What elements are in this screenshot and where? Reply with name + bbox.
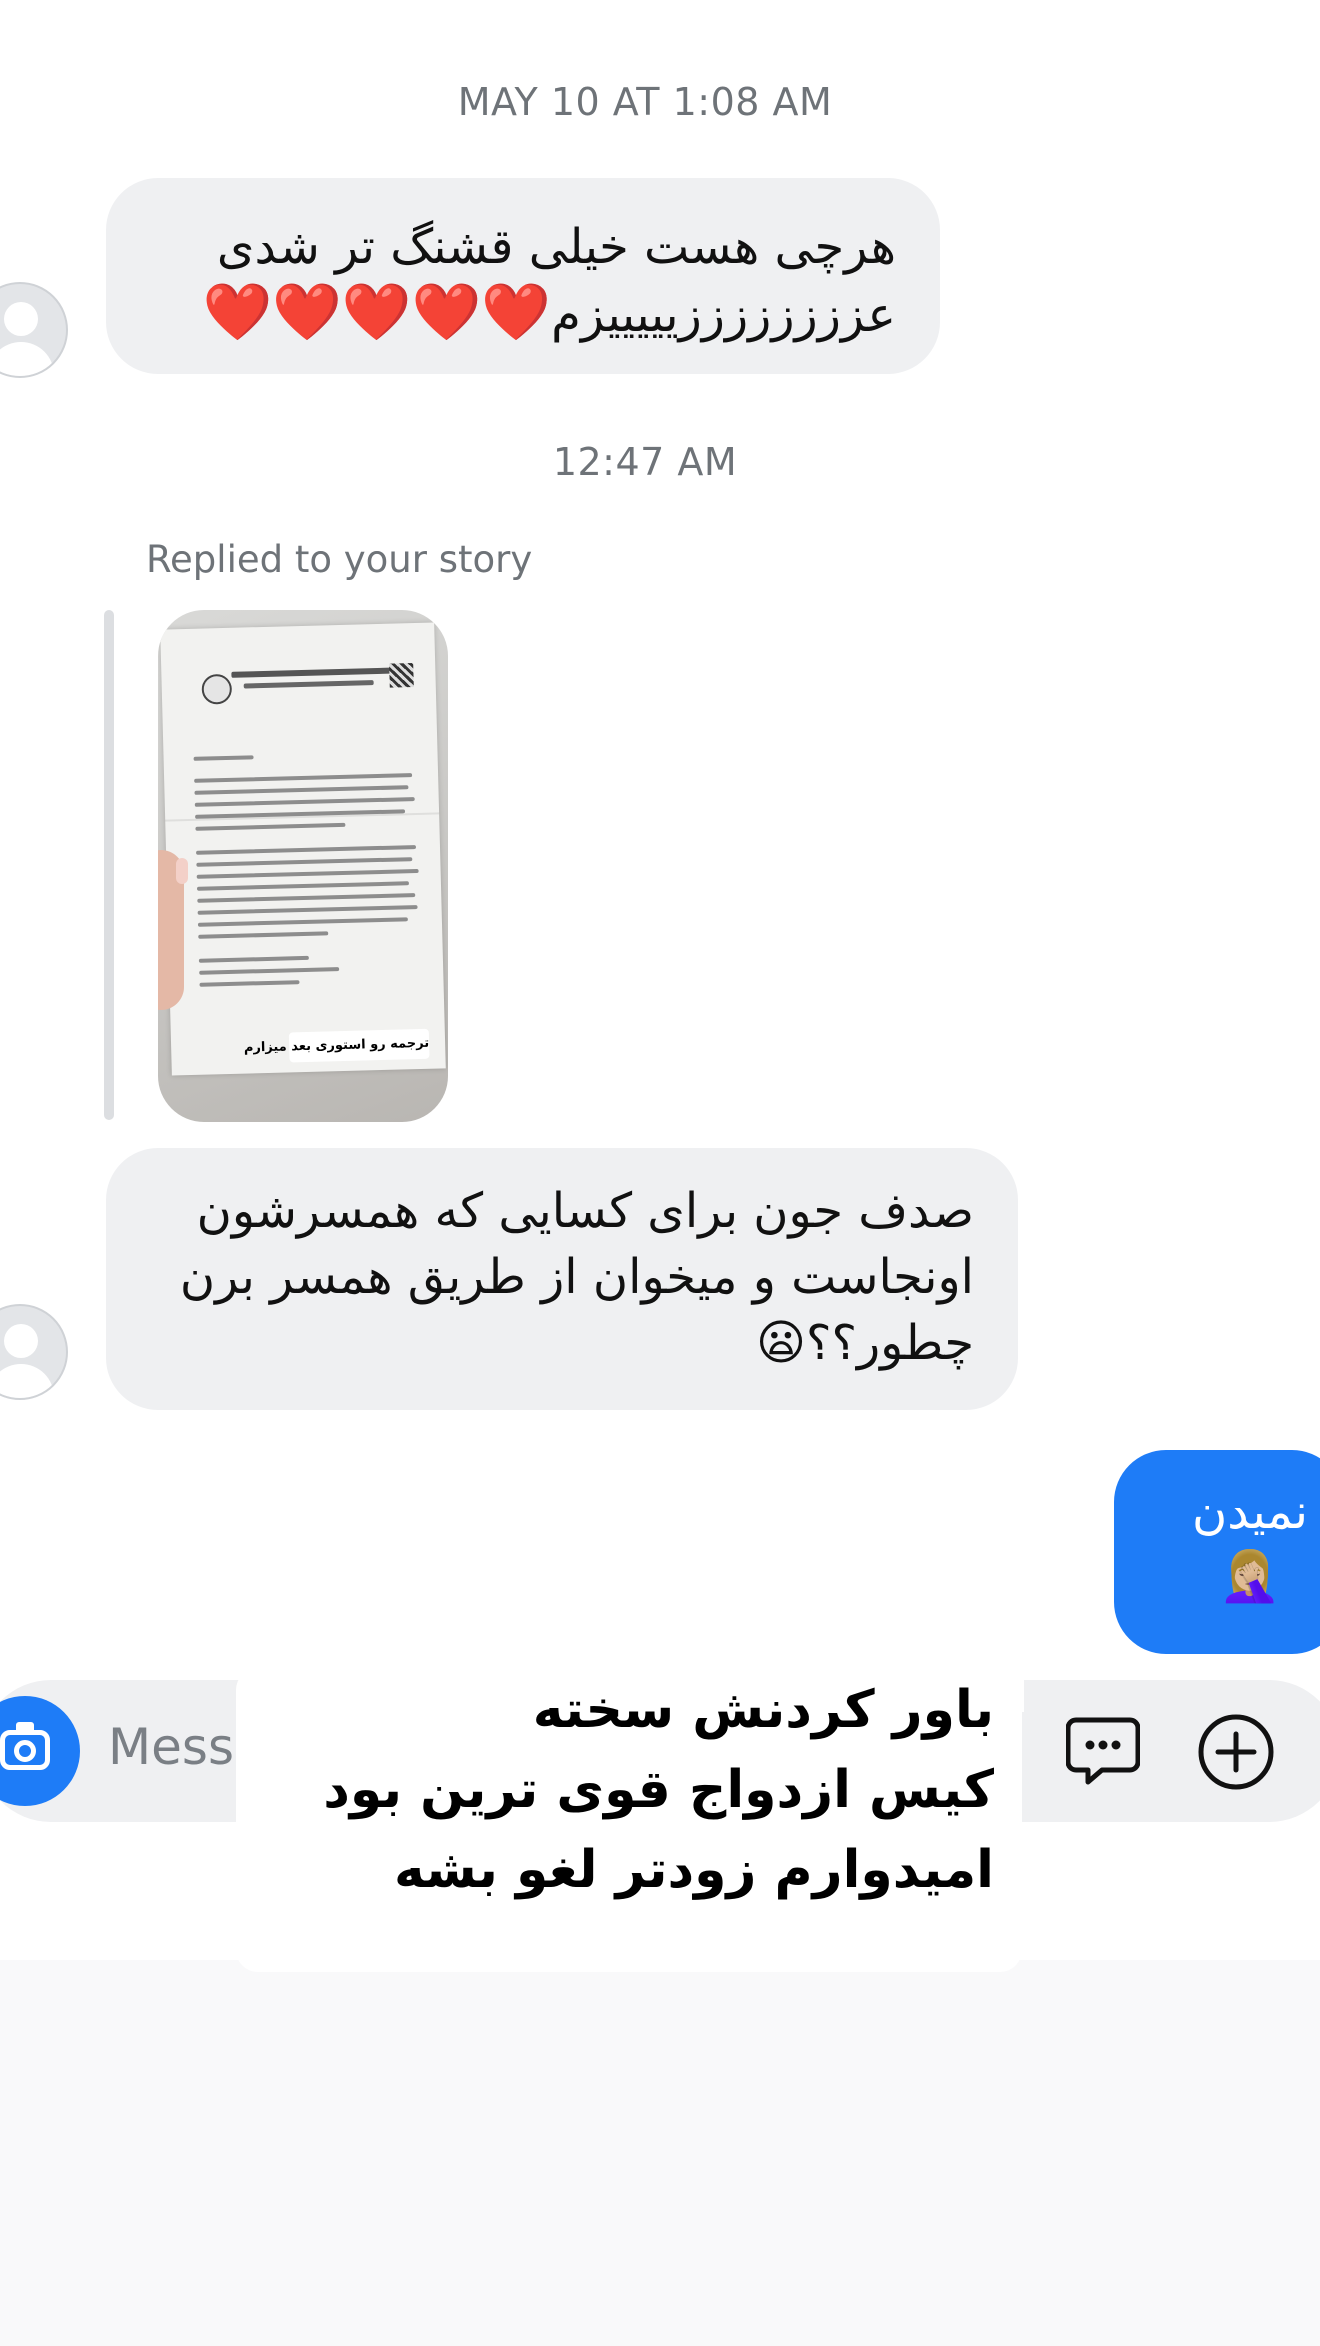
overlay-text-line: امیدوارم زودتر لغو بشه: [393, 1840, 994, 1900]
message-text-line: اونجاست و میخوان از طریق همسر برن: [179, 1249, 974, 1305]
heart-emoji-row: ❤️❤️❤️❤️❤️: [202, 280, 552, 345]
document-header-line: [243, 680, 374, 689]
chat-bubble-icon[interactable]: [1066, 1716, 1140, 1786]
document-text-line: [195, 822, 346, 831]
overlay-text-line: باور کردنش سخته: [532, 1680, 994, 1740]
message-text-line: هرچی هست خیلی قشنگ تر شدی: [216, 219, 896, 275]
document-text-line: [196, 857, 413, 867]
message-input[interactable]: Mess: [108, 1718, 234, 1776]
plus-circle-icon[interactable]: [1196, 1712, 1276, 1792]
incoming-message-bubble[interactable]: صدف جون برای کسایی که همسرشون اونجاست و …: [106, 1148, 1018, 1410]
message-text: عززززززززیییییزم: [551, 287, 896, 343]
outgoing-message-bubble[interactable]: نمیدن 🤦🏼‍♀️: [1114, 1450, 1320, 1654]
camera-lens-icon: [14, 1740, 36, 1762]
worried-face-emoji: 😦: [755, 1315, 807, 1371]
timestamp: 12:47 AM: [552, 440, 738, 484]
document-text-line: [199, 980, 300, 987]
document-text-line: [198, 955, 309, 963]
avatar-head: [4, 302, 38, 336]
reply-indicator-bar: [104, 610, 114, 1120]
document-text-line: [193, 755, 254, 761]
document-text-line: [196, 868, 419, 879]
consulate-seal-icon: [201, 673, 233, 705]
document-text-line: [198, 931, 329, 939]
reply-context-label: Replied to your story: [146, 538, 533, 581]
sender-avatar[interactable]: [0, 282, 68, 378]
qr-code-icon: [389, 663, 414, 688]
overlay-text-line: کیس ازدواج قوی ترین بود: [323, 1760, 994, 1820]
document-text-line: [194, 797, 415, 807]
avatar-body: [0, 342, 54, 376]
document-text-line: [197, 905, 418, 915]
document-text-line: [196, 845, 417, 855]
text-overlay: باور کردنش سخته کیس ازدواج قوی ترین بود …: [236, 1670, 994, 1910]
story-caption-sticker: ترجمه رو استوری بعد میزارم: [244, 1028, 430, 1063]
message-text: نمیدن: [1191, 1484, 1309, 1540]
document-header-line: [231, 667, 392, 678]
facepalm-emoji: 🤦🏼‍♀️: [1218, 1547, 1282, 1605]
sender-avatar[interactable]: [0, 1304, 68, 1400]
story-thumbnail[interactable]: ترجمه رو استوری بعد میزارم: [158, 610, 448, 1122]
timestamp: MAY 10 AT 1:08 AM: [457, 80, 833, 124]
message-text-line-with-hearts: عززززززززیییییزم❤️❤️❤️❤️❤️: [146, 280, 896, 348]
message-text-line-with-emoji: چطور؟؟😦: [146, 1310, 974, 1376]
document-text-line: [199, 967, 340, 975]
document-text-line: [197, 893, 416, 903]
fingernail-image: [176, 858, 188, 884]
document-image: ترجمه رو استوری بعد میزارم: [160, 622, 446, 1076]
document-text-line: [197, 917, 408, 927]
avatar-head: [4, 1324, 38, 1358]
avatar-body: [0, 1364, 54, 1398]
message-text-line: صدف جون برای کسایی که همسرشون: [196, 1183, 974, 1239]
document-text-line: [194, 785, 409, 795]
incoming-message-bubble[interactable]: هرچی هست خیلی قشنگ تر شدی عززززززززییییی…: [106, 178, 940, 374]
document-text-line: [196, 881, 409, 891]
keyboard-area-background: [0, 1960, 1320, 2346]
message-text: چطور؟؟: [806, 1315, 974, 1371]
document-text-line: [194, 773, 413, 783]
